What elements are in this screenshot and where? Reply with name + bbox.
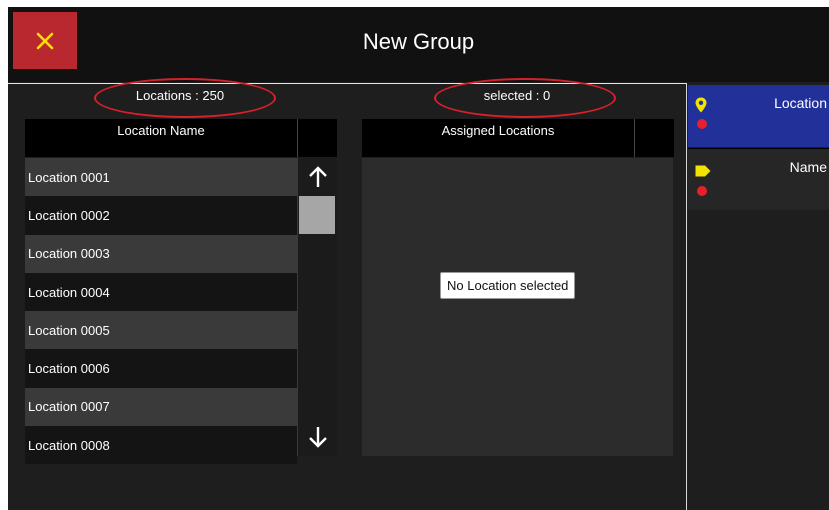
error-indicator-icon xyxy=(697,186,707,196)
scroll-down-button[interactable] xyxy=(298,418,337,456)
new-group-dialog: New Group Locations : 250 selected : 0 L… xyxy=(8,7,829,510)
location-list: Location 0001 Location 0002 Location 000… xyxy=(25,158,297,465)
location-list-item[interactable]: Location 0006 xyxy=(25,349,297,388)
tab-location[interactable]: Location xyxy=(688,85,829,147)
location-list-item[interactable]: Location 0001 xyxy=(25,158,297,197)
title-bar: New Group xyxy=(8,7,829,82)
tab-name[interactable]: Name xyxy=(688,148,829,210)
arrow-down-icon xyxy=(308,427,327,448)
error-indicator-icon xyxy=(697,119,707,129)
assigned-locations-header: Assigned Locations xyxy=(362,119,634,157)
no-selection-message: No Location selected xyxy=(440,272,576,299)
tab-location-label: Location xyxy=(774,95,827,111)
arrow-up-icon xyxy=(308,166,327,187)
locations-count-highlight xyxy=(94,78,276,118)
map-pin-icon xyxy=(695,97,707,113)
location-list-item[interactable]: Location 0007 xyxy=(25,387,297,427)
dialog-title: New Group xyxy=(362,29,475,54)
panel-divider xyxy=(686,83,687,510)
tag-icon xyxy=(695,165,711,177)
assigned-locations-list[interactable]: No Location selected xyxy=(362,158,673,456)
location-list-item[interactable]: Location 0004 xyxy=(25,272,297,312)
scroll-thumb[interactable] xyxy=(299,196,335,234)
tab-name-label: Name xyxy=(789,159,827,175)
location-list-item[interactable]: Location 0008 xyxy=(25,426,297,465)
location-scrollbar[interactable] xyxy=(297,158,337,456)
location-list-item[interactable]: Location 0002 xyxy=(25,196,297,235)
scroll-header-cell xyxy=(297,119,337,157)
scroll-up-button[interactable] xyxy=(298,158,337,196)
location-list-item[interactable]: Location 0003 xyxy=(25,234,297,273)
location-name-header: Location Name xyxy=(25,119,297,157)
location-panel: Locations : 250 selected : 0 Location Na… xyxy=(8,78,686,510)
selected-count-highlight xyxy=(434,78,616,118)
assigned-header-cell xyxy=(634,119,674,157)
location-list-item[interactable]: Location 0005 xyxy=(25,311,297,350)
